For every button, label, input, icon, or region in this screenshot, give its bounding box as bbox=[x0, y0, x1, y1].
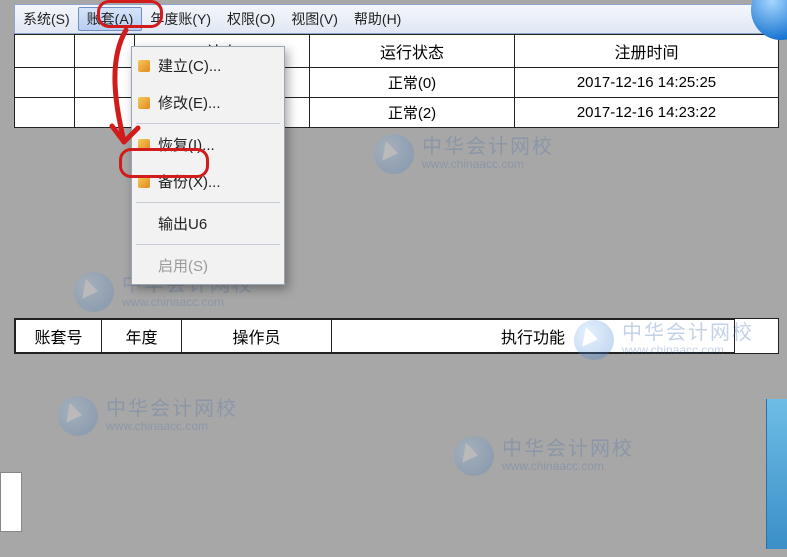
dropdown-item-restore[interactable]: 恢复(I)... bbox=[132, 126, 284, 163]
watermark-text-en: www.chinaacc.com bbox=[106, 420, 238, 433]
menu-system[interactable]: 系统(S) bbox=[15, 5, 78, 33]
watermark-logo-icon bbox=[74, 272, 114, 312]
menu-bar: 系统(S) 账套(A) 年度账(Y) 权限(O) 视图(V) 帮助(H) bbox=[14, 4, 779, 34]
menu-account-set[interactable]: 账套(A) bbox=[78, 7, 143, 31]
cell-status: 正常(2) bbox=[310, 98, 515, 128]
cell bbox=[75, 68, 135, 98]
watermark-text-en: www.chinaacc.com bbox=[122, 296, 254, 309]
lower-pane: 账套号 年度 操作员 执行功能 中华会计网校 www.chinaacc.com … bbox=[14, 316, 779, 553]
table-header-blank2 bbox=[75, 35, 135, 68]
watermark-text-cn: 中华会计网校 bbox=[502, 438, 634, 460]
watermark-text-cn: 中华会计网校 bbox=[422, 136, 554, 158]
dropdown-separator bbox=[136, 123, 280, 124]
left-preview-thumb bbox=[0, 472, 22, 532]
app-window: 系统(S) 账套(A) 年度账(Y) 权限(O) 视图(V) 帮助(H) 站点 … bbox=[0, 0, 787, 557]
cell bbox=[15, 68, 75, 98]
cell bbox=[75, 98, 135, 128]
dropdown-item-export-u6[interactable]: 输出U6 bbox=[132, 205, 284, 242]
cell-regtime: 2017-12-16 14:23:22 bbox=[515, 98, 779, 128]
dropdown-item-enable: 启用(S) bbox=[132, 247, 284, 284]
watermark: 中华会计网校 www.chinaacc.com bbox=[454, 436, 634, 476]
cell bbox=[15, 98, 75, 128]
watermark-text-cn: 中华会计网校 bbox=[106, 398, 238, 420]
status-header-function: 执行功能 bbox=[332, 320, 735, 353]
status-header-operator: 操作员 bbox=[182, 320, 332, 353]
table-row[interactable]: AORRA 正常(2) 2017-12-16 14:23:22 bbox=[15, 98, 779, 128]
watermark-logo-icon bbox=[58, 396, 98, 436]
watermark-logo-icon bbox=[454, 436, 494, 476]
dropdown-separator bbox=[136, 202, 280, 203]
session-table: 站点 运行状态 注册时间 AORRA 正常(0) 2017-12-16 14:2… bbox=[14, 34, 779, 128]
table-header-regtime: 注册时间 bbox=[515, 35, 779, 68]
watermark-logo-icon bbox=[374, 134, 414, 174]
right-sidebar-handle[interactable] bbox=[766, 399, 787, 549]
watermark: 中华会计网校 www.chinaacc.com bbox=[58, 396, 238, 436]
account-set-dropdown: 建立(C)... 修改(E)... 恢复(I)... 备份(X)... 输出U6… bbox=[131, 46, 285, 285]
status-header-year: 年度 bbox=[102, 320, 182, 353]
status-header-account-no: 账套号 bbox=[16, 320, 102, 353]
cell-status: 正常(0) bbox=[310, 68, 515, 98]
dropdown-item-create[interactable]: 建立(C)... bbox=[132, 47, 284, 84]
watermark: 中华会计网校 www.chinaacc.com bbox=[374, 134, 554, 174]
dropdown-separator bbox=[136, 244, 280, 245]
table-header-status: 运行状态 bbox=[310, 35, 515, 68]
watermark-text-en: www.chinaacc.com bbox=[502, 460, 634, 473]
table-header-blank1 bbox=[15, 35, 75, 68]
menu-help[interactable]: 帮助(H) bbox=[346, 5, 415, 33]
cell-regtime: 2017-12-16 14:25:25 bbox=[515, 68, 779, 98]
upper-pane: 站点 运行状态 注册时间 AORRA 正常(0) 2017-12-16 14:2… bbox=[14, 34, 779, 310]
menu-permission[interactable]: 权限(O) bbox=[219, 5, 283, 33]
menu-annual-account[interactable]: 年度账(Y) bbox=[142, 5, 219, 33]
dropdown-item-modify[interactable]: 修改(E)... bbox=[132, 84, 284, 121]
status-table: 账套号 年度 操作员 执行功能 bbox=[15, 319, 735, 353]
dropdown-item-backup[interactable]: 备份(X)... bbox=[132, 163, 284, 200]
watermark-text-en: www.chinaacc.com bbox=[422, 158, 554, 171]
menu-view[interactable]: 视图(V) bbox=[283, 5, 346, 33]
table-row[interactable]: AORRA 正常(0) 2017-12-16 14:25:25 bbox=[15, 68, 779, 98]
